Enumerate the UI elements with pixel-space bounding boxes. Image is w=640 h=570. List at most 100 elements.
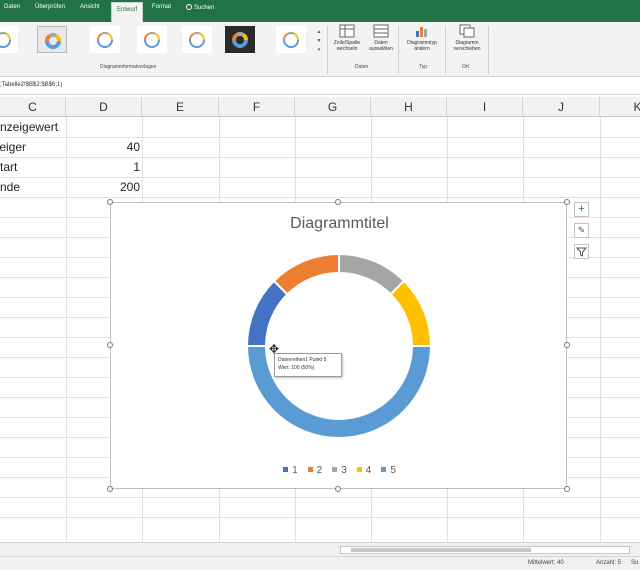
resize-handle[interactable] <box>564 199 570 205</box>
doughnut-slice-4[interactable] <box>389 279 433 347</box>
doughnut-thumb-icon <box>45 33 61 49</box>
chart-style-thumbnail[interactable] <box>90 26 120 53</box>
select-data-button[interactable]: Daten auswählen <box>366 24 396 52</box>
legend-item-5[interactable]: 5 <box>381 465 396 476</box>
doughnut-plot[interactable] <box>111 203 568 490</box>
cell-c2[interactable]: Zeiger <box>0 137 26 157</box>
sheet-tab-row <box>0 542 640 556</box>
doughnut-thumb-icon <box>97 32 113 48</box>
column-header-i[interactable]: I <box>447 97 523 117</box>
column-header-c[interactable]: C <box>0 97 66 117</box>
doughnut-thumb-icon <box>232 32 248 48</box>
select-data-label: Daten auswählen <box>369 40 393 52</box>
chart-type-icon <box>416 27 427 37</box>
legend-swatch <box>307 467 313 472</box>
tab-ansicht[interactable]: Ansicht <box>80 4 100 10</box>
status-bar: Mittelwert: 40 Anzahl: 5 Su <box>0 556 640 570</box>
group-label-styles: Diagrammformatvorlagen <box>100 64 157 70</box>
column-header-d[interactable]: D <box>66 97 142 117</box>
group-label-type: Typ <box>419 64 428 70</box>
resize-handle[interactable] <box>107 199 113 205</box>
doughnut-chart[interactable]: Diagrammtitel 12345 Datenreihen1 Punkt 5… <box>110 202 567 489</box>
scroll-up-icon[interactable]: ▲ <box>315 28 323 37</box>
legend-swatch <box>381 467 387 472</box>
move-chart-button[interactable]: Diagramm verschieben <box>448 24 486 52</box>
legend-label: 2 <box>316 465 323 476</box>
cell-d4[interactable]: 200 <box>66 177 140 197</box>
tab-daten[interactable]: Daten <box>4 4 20 10</box>
legend-item-4[interactable]: 4 <box>356 465 372 476</box>
tab-ueberpruefen[interactable]: Überprüfen <box>35 4 65 10</box>
column-header-g[interactable]: G <box>295 97 371 117</box>
resize-handle[interactable] <box>107 486 113 492</box>
switch-row-column-button[interactable]: Zeile/Spalte wechseln <box>331 24 363 52</box>
cell-c1[interactable]: Anzeigewert <box>0 117 58 137</box>
scroll-down-icon[interactable]: ▼ <box>315 37 323 46</box>
more-styles-icon[interactable]: ▾ <box>315 46 323 55</box>
chart-legend[interactable]: 1 2 3 4 5 <box>111 465 568 476</box>
status-average: Mittelwert: 40 <box>528 560 564 566</box>
group-label-data: Daten <box>355 64 369 70</box>
cell-c4[interactable]: Ende <box>0 177 20 197</box>
resize-handle[interactable] <box>335 486 341 492</box>
grid-line <box>0 197 640 198</box>
scrollbar-thumb[interactable] <box>351 548 531 552</box>
legend-item-2[interactable]: 2 <box>307 465 323 476</box>
chart-style-thumbnail[interactable] <box>37 26 67 53</box>
change-chart-type-button[interactable]: Diagrammtyp ändern <box>401 24 443 52</box>
resize-handle[interactable] <box>564 486 570 492</box>
doughnut-slice-3[interactable] <box>338 252 406 296</box>
data-point-tooltip: Datenreihen1 Punkt 5 Wert: 100 (50%) <box>274 353 342 377</box>
legend-label: 3 <box>341 465 347 476</box>
chart-style-thumbnail[interactable] <box>0 26 18 53</box>
chart-style-thumbnail[interactable] <box>182 26 212 53</box>
cell-c3[interactable]: Start <box>0 157 17 177</box>
cell-d3[interactable]: 1 <box>66 157 140 177</box>
gallery-scroll[interactable]: ▲ ▼ ▾ <box>315 28 323 58</box>
legend-item-3[interactable]: 3 <box>332 465 347 476</box>
chart-style-thumbnail[interactable] <box>225 26 255 53</box>
group-label-location: Ort <box>462 64 469 70</box>
column-header-k[interactable]: K <box>600 97 640 117</box>
brush-icon: ✎ <box>577 225 586 235</box>
column-header-e[interactable]: E <box>142 97 219 117</box>
divider <box>398 26 399 74</box>
filter-icon <box>575 247 588 257</box>
chart-filters-button[interactable] <box>574 244 589 259</box>
chart-style-thumbnail[interactable] <box>276 26 306 53</box>
doughnut-slice-2[interactable] <box>272 252 340 296</box>
move-chart-label: Diagramm verschieben <box>453 40 481 52</box>
legend-swatch <box>332 467 338 472</box>
divider <box>327 26 328 74</box>
legend-swatch <box>356 467 362 472</box>
legend-item-1[interactable]: 1 <box>283 465 298 476</box>
tab-format[interactable]: Format <box>152 4 171 10</box>
cell-d2[interactable]: 40 <box>66 137 140 157</box>
tooltip-line-1: Datenreihen1 Punkt 5 <box>278 357 327 363</box>
move-chart-icon <box>459 24 475 38</box>
chart-styles-button[interactable]: ✎ <box>574 223 589 238</box>
doughnut-slice-1[interactable] <box>245 279 289 347</box>
resize-handle[interactable] <box>107 342 113 348</box>
change-chart-type-label: Diagrammtyp ändern <box>407 40 437 52</box>
tab-entwurf[interactable]: Entwurf <box>111 2 144 22</box>
chart-elements-button[interactable]: + <box>574 202 589 217</box>
search-label: Suchen <box>194 5 215 11</box>
resize-handle[interactable] <box>564 342 570 348</box>
search-box[interactable]: Suchen <box>186 4 214 11</box>
chart-style-thumbnail[interactable] <box>137 26 167 53</box>
horizontal-scrollbar[interactable] <box>340 546 630 554</box>
column-header-h[interactable]: H <box>371 97 447 117</box>
legend-label: 4 <box>365 465 372 476</box>
column-header-j[interactable]: J <box>523 97 600 117</box>
doughnut-thumb-icon <box>144 32 160 48</box>
resize-handle[interactable] <box>335 199 341 205</box>
legend-label: 5 <box>390 465 396 476</box>
doughnut-thumb-icon <box>0 32 11 48</box>
grid-line <box>0 497 640 498</box>
doughnut-thumb-icon <box>189 32 205 48</box>
column-header-f[interactable]: F <box>219 97 295 117</box>
status-sum: Su <box>631 560 639 566</box>
tooltip-line-2: Wert: 100 (50%) <box>278 365 315 371</box>
formula-bar[interactable]: ;Tabelle2!$B$2:$B$6;1) <box>0 77 640 95</box>
